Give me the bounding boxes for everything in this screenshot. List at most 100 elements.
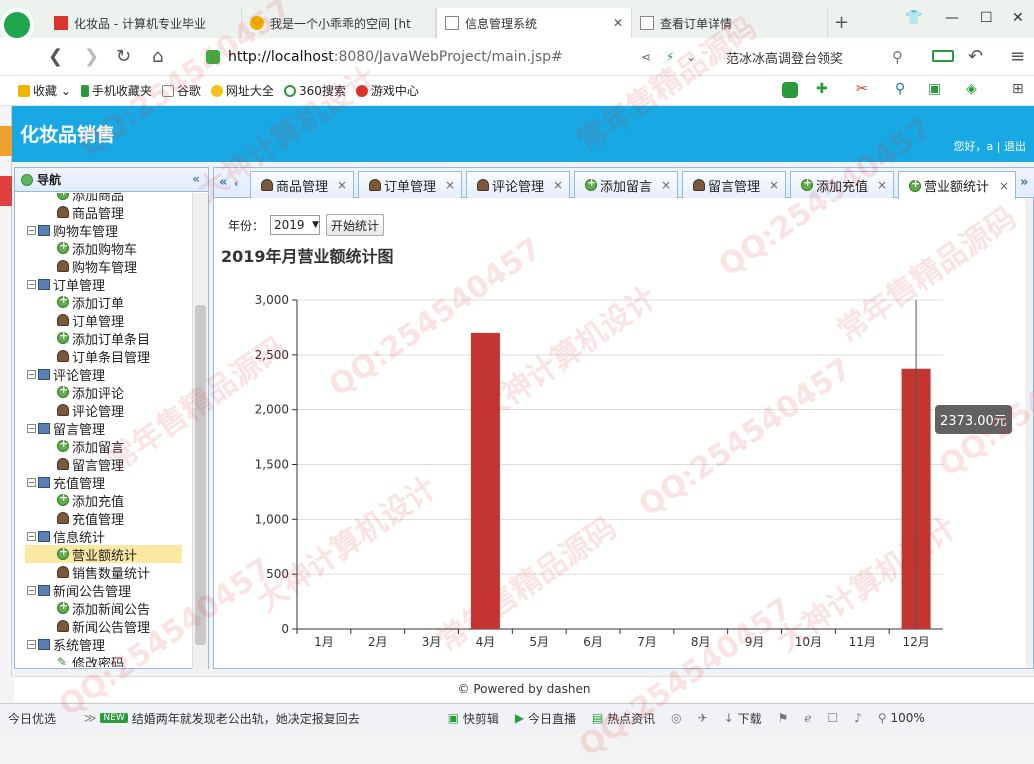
- speed-icon[interactable]: ◎: [671, 711, 681, 725]
- apps-icon[interactable]: ⊞: [1012, 81, 1024, 97]
- collapse-toggle-icon[interactable]: −: [27, 531, 36, 541]
- today-picks[interactable]: 今日优选: [8, 710, 56, 727]
- nav-item[interactable]: 商品管理: [57, 203, 124, 222]
- nav-item[interactable]: 营业额统计: [25, 545, 182, 564]
- search-hint[interactable]: 范冰冰高调登台领奖: [726, 48, 843, 67]
- extension-icon[interactable]: [782, 82, 798, 98]
- downloads[interactable]: ↓ 下载: [724, 710, 762, 727]
- bookmark-sites[interactable]: 网址大全: [210, 82, 274, 99]
- new-tab-button[interactable]: +: [834, 12, 849, 33]
- reload-icon[interactable]: ↻: [116, 46, 131, 67]
- back-icon[interactable]: ❮: [48, 46, 63, 67]
- browser-tab-2[interactable]: 我是一个小乖乖的空间 [ht: [242, 8, 436, 38]
- nav-group[interactable]: − 购物车管理: [27, 221, 118, 240]
- search-icon[interactable]: ⚲: [892, 48, 903, 66]
- nav-item[interactable]: 添加留言: [57, 437, 124, 456]
- tab-6[interactable]: 添加充值 ×: [790, 171, 894, 198]
- bookmark-games[interactable]: 游戏中心: [355, 82, 419, 99]
- zoom-icon[interactable]: ⚲: [895, 81, 905, 97]
- bookmark-mobile[interactable]: 手机收藏夹: [80, 82, 152, 99]
- close-icon[interactable]: ×: [999, 179, 1009, 193]
- url-field[interactable]: http://localhost:8080/JavaWebProject/mai…: [206, 42, 926, 72]
- side-tool-icon[interactable]: [0, 126, 12, 156]
- shield-icon[interactable]: ◈: [966, 81, 977, 97]
- side-tool-icon[interactable]: [0, 176, 12, 206]
- battery-icon[interactable]: [932, 50, 954, 62]
- collapse-toggle-icon[interactable]: −: [27, 279, 36, 289]
- collapse-toggle-icon[interactable]: −: [27, 585, 36, 595]
- collapse-toggle-icon[interactable]: −: [27, 477, 36, 487]
- chevron-down-icon[interactable]: ⌄: [686, 50, 696, 64]
- nav-scroll-thumb[interactable]: [195, 305, 206, 645]
- nav-item[interactable]: 添加充值: [57, 491, 124, 510]
- tab-2[interactable]: 订单管理 ×: [358, 171, 462, 198]
- window-icon[interactable]: ☐: [827, 711, 838, 725]
- tab-3[interactable]: 评论管理 ×: [466, 171, 570, 198]
- nav-item[interactable]: ✎ 修改密码: [57, 653, 124, 667]
- close-icon[interactable]: ✕: [613, 16, 623, 30]
- nav-item[interactable]: 添加商品: [57, 193, 124, 204]
- maximize-icon[interactable]: ☐: [980, 10, 993, 26]
- bookmark-favorites[interactable]: 收藏 ⌄: [18, 82, 71, 99]
- close-icon[interactable]: ×: [337, 178, 347, 192]
- quick-clip[interactable]: ▣ 快剪辑: [448, 710, 499, 727]
- collapse-toggle-icon[interactable]: −: [27, 423, 36, 433]
- browser-tab-4[interactable]: 查看订单详情: [632, 8, 828, 38]
- nav-item[interactable]: 评论管理: [57, 401, 124, 420]
- collapse-icon[interactable]: «: [192, 172, 200, 186]
- start-stats-button[interactable]: 开始统计: [326, 214, 385, 236]
- share-icon[interactable]: ⋖: [641, 50, 651, 64]
- nav-item[interactable]: 添加新闻公告: [57, 599, 150, 618]
- live-stream[interactable]: ▶ 今日直播: [515, 710, 576, 727]
- gamepad-icon[interactable]: ▣: [928, 81, 941, 97]
- ie-icon[interactable]: ℯ: [804, 711, 811, 725]
- close-window-icon[interactable]: ✕: [1012, 10, 1024, 26]
- nav-group[interactable]: − 新闻公告管理: [27, 581, 131, 600]
- nav-item[interactable]: 添加订单: [57, 293, 124, 312]
- nav-item[interactable]: 销售数量统计: [57, 563, 150, 582]
- nav-group[interactable]: − 信息统计: [27, 527, 105, 546]
- nav-group[interactable]: − 充值管理: [27, 473, 105, 492]
- nav-scrollbar[interactable]: [192, 193, 208, 669]
- nav-item[interactable]: 充值管理: [57, 509, 124, 528]
- tab-1[interactable]: 商品管理 ×: [250, 171, 354, 198]
- bookmark-google[interactable]: 谷歌: [161, 82, 201, 99]
- close-icon[interactable]: ×: [877, 178, 887, 192]
- bookmark-360[interactable]: 360搜索: [283, 82, 346, 99]
- close-icon[interactable]: ×: [661, 178, 671, 192]
- tab-prev-icon[interactable]: ‹: [234, 177, 239, 190]
- undo-icon[interactable]: ↶: [968, 46, 983, 67]
- collapse-toggle-icon[interactable]: −: [27, 639, 36, 649]
- nav-item[interactable]: 购物车管理: [57, 257, 137, 276]
- nav-group[interactable]: − 订单管理: [27, 275, 105, 294]
- nav-group[interactable]: − 评论管理: [27, 365, 105, 384]
- minimize-icon[interactable]: —: [945, 10, 959, 26]
- zoom-level[interactable]: ⚲ 100%: [878, 711, 925, 725]
- year-select[interactable]: 2019 ▼: [270, 215, 321, 235]
- tab-5[interactable]: 留言管理 ×: [682, 171, 786, 198]
- welcome-logout[interactable]: 您好，a | 退出: [954, 138, 1026, 154]
- scissors-icon[interactable]: ✂: [856, 81, 868, 97]
- pin-icon[interactable]: ✈: [698, 711, 708, 725]
- tab-scroll-right-icon[interactable]: »: [1020, 175, 1028, 190]
- nav-item[interactable]: 添加购物车: [57, 239, 137, 258]
- nav-item[interactable]: 新闻公告管理: [57, 617, 150, 636]
- nav-item[interactable]: 留言管理: [57, 455, 124, 474]
- nav-group[interactable]: − 系统管理: [27, 635, 105, 654]
- home-icon[interactable]: ⌂: [152, 46, 163, 67]
- nav-group[interactable]: − 留言管理: [27, 419, 105, 438]
- tab-scroll-left-icon[interactable]: «: [219, 175, 227, 190]
- collapse-toggle-icon[interactable]: −: [27, 225, 36, 235]
- tab-4[interactable]: 添加留言 ×: [574, 171, 678, 198]
- browser-tab-3-active[interactable]: 信息管理系统 ✕: [436, 8, 632, 38]
- nav-item[interactable]: 添加评论: [57, 383, 124, 402]
- nav-item[interactable]: 添加订单条目: [57, 329, 150, 348]
- extension-icon[interactable]: ✚: [816, 81, 828, 97]
- skin-icon[interactable]: 👕: [905, 10, 922, 26]
- content-scrollbar[interactable]: [1025, 198, 1033, 668]
- forward-icon[interactable]: ❯: [84, 46, 99, 67]
- news-ticker[interactable]: ≫ NEW 结婚两年就发现老公出轨，她决定报复回去: [84, 710, 360, 727]
- tab-7[interactable]: 营业额统计 ×: [898, 171, 1016, 199]
- hot-news[interactable]: ▤ 热点资讯: [592, 710, 655, 727]
- close-icon[interactable]: ×: [445, 178, 455, 192]
